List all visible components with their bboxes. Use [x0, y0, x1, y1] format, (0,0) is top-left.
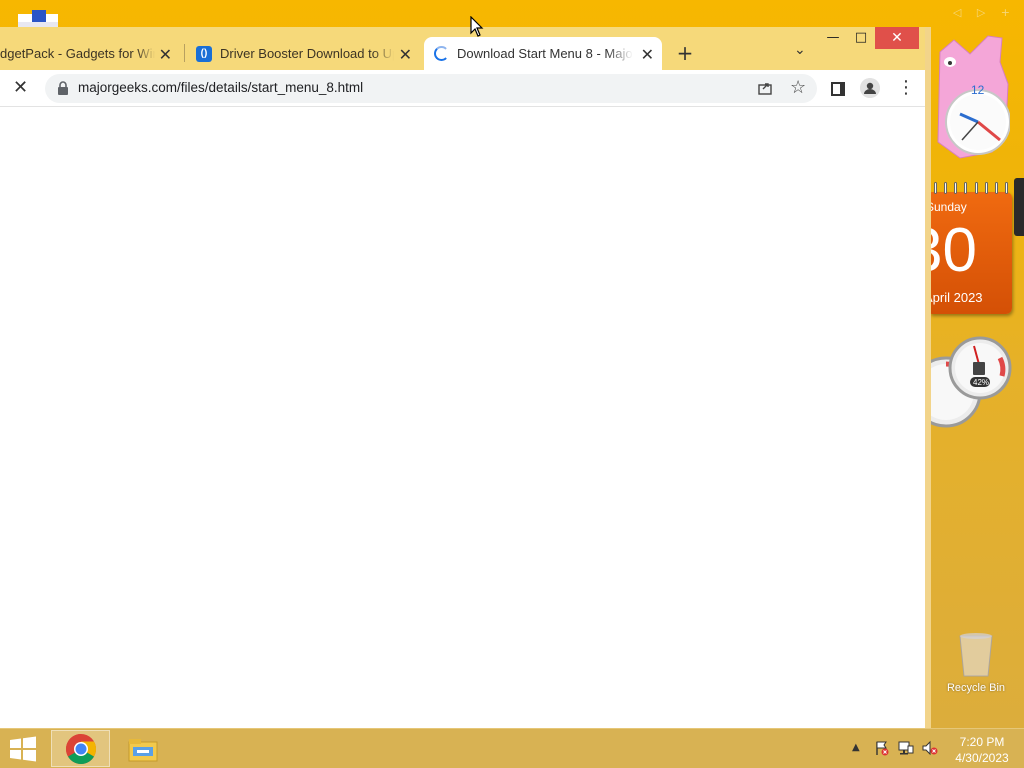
stop-loading-button[interactable]: ✕	[13, 77, 28, 98]
taskbar: ▲ 7:20 PM 4/30/2023	[0, 728, 1024, 768]
calendar-month: April 2023	[930, 290, 983, 305]
gadget-nav-arrows[interactable]: ◁ ▷ +	[953, 6, 1016, 19]
recycle-bin-icon	[959, 633, 993, 677]
volume-muted-icon[interactable]	[922, 740, 938, 756]
taskbar-chrome-button[interactable]	[51, 730, 110, 767]
tab-close-icon[interactable]: ✕	[399, 45, 412, 65]
minimize-button[interactable]: —	[819, 27, 847, 49]
calendar-weekday: Sunday	[930, 200, 967, 214]
loading-spinner-icon	[434, 46, 449, 61]
desktop-shortcut-icon[interactable]	[14, 0, 62, 30]
clock-twelve: 12	[971, 83, 985, 97]
lock-icon[interactable]	[57, 81, 69, 95]
profile-icon[interactable]	[860, 78, 880, 98]
new-tab-button[interactable]: +	[674, 41, 696, 65]
side-panel-icon[interactable]	[831, 82, 845, 96]
share-icon[interactable]	[757, 80, 773, 96]
window-controls: — □ ✕	[819, 27, 925, 51]
tab-search-button[interactable]: ⌄	[794, 42, 806, 58]
browser-toolbar: ✕ majorgeeks.com/files/details/start_men…	[0, 70, 925, 107]
tab-gadgetpack[interactable]: dgetPack - Gadgets for Windows ✕	[0, 37, 180, 70]
tab-start-menu-8[interactable]: Download Start Menu 8 - MajorGeeks ✕	[424, 37, 662, 70]
browser-window: dgetPack - Gadgets for Windows ✕ () Driv…	[0, 27, 931, 728]
cpu-meter-gadget[interactable]: 42%	[928, 336, 1018, 432]
mouse-cursor-icon	[470, 16, 484, 37]
action-center-flag-icon[interactable]	[874, 740, 890, 756]
tab-title: Download Start Menu 8 - MajorGeeks	[457, 46, 633, 61]
calendar-gadget[interactable]: Sunday 30 April 2023	[930, 182, 1012, 314]
tab-title: Driver Booster Download to Update	[220, 46, 394, 61]
browser-menu-icon[interactable]: ⋮	[897, 77, 915, 98]
close-window-button[interactable]: ✕	[875, 27, 919, 49]
calendar-rings	[930, 182, 1012, 194]
tab-close-icon[interactable]: ✕	[159, 45, 172, 65]
url-text[interactable]: majorgeeks.com/files/details/start_menu_…	[78, 80, 363, 95]
clock-date: 4/30/2023	[955, 751, 1009, 765]
bookmark-star-icon[interactable]: ☆	[790, 77, 806, 98]
page-content	[0, 108, 925, 728]
clock-gadget[interactable]: 12	[930, 32, 1010, 162]
recycle-bin[interactable]: Recycle Bin	[940, 630, 1012, 702]
windows-start-icon[interactable]	[8, 736, 38, 762]
chrome-icon	[65, 734, 97, 765]
tray-overflow-button[interactable]: ▲	[852, 742, 860, 753]
calendar-date: 30	[930, 216, 977, 285]
file-explorer-icon[interactable]	[128, 736, 158, 762]
maximize-button[interactable]: □	[847, 27, 875, 49]
recycle-bin-label: Recycle Bin	[946, 682, 1006, 694]
tab-title: dgetPack - Gadgets for Windows	[0, 46, 155, 61]
driver-booster-favicon-icon: ()	[196, 45, 212, 62]
tab-strip: dgetPack - Gadgets for Windows ✕ () Driv…	[0, 27, 925, 70]
taskbar-clock[interactable]: 7:20 PM 4/30/2023	[948, 734, 1016, 766]
network-icon[interactable]	[898, 740, 914, 756]
tab-separator	[184, 44, 185, 62]
tab-driver-booster[interactable]: () Driver Booster Download to Update ✕	[188, 37, 420, 70]
address-bar[interactable]: majorgeeks.com/files/details/start_menu_…	[45, 74, 817, 103]
tab-close-icon[interactable]: ✕	[641, 45, 654, 65]
meter-percent: 42%	[973, 378, 989, 387]
calendar-body: Sunday 30 April 2023	[930, 192, 1012, 314]
clock-time: 7:20 PM	[959, 735, 1005, 749]
gadget-side-handle[interactable]	[1014, 178, 1024, 236]
